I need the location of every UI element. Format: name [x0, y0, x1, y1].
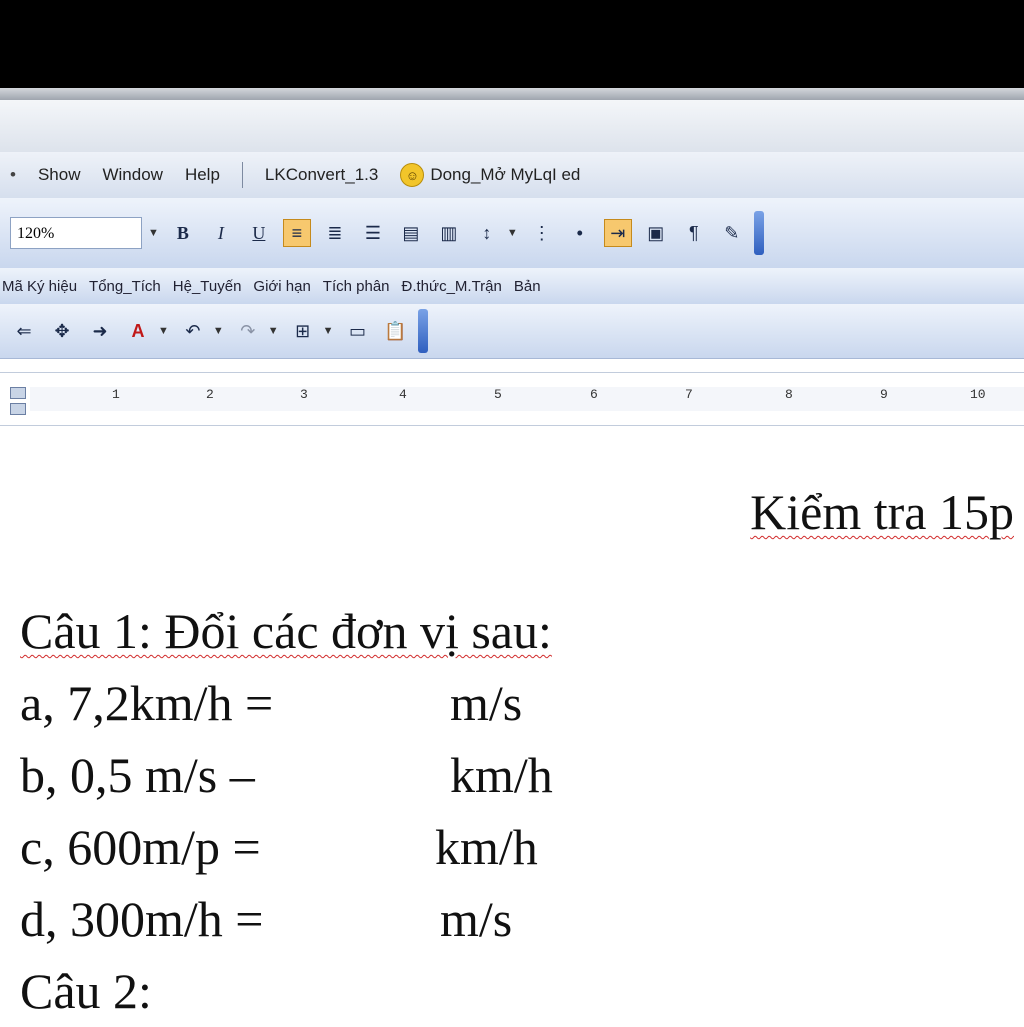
- window-border: [0, 88, 1024, 100]
- undo-dropdown-icon[interactable]: ▼: [213, 325, 224, 337]
- numbering-icon[interactable]: ⋮: [528, 219, 556, 247]
- bullets-icon[interactable]: •: [566, 219, 594, 247]
- menu-lkconvert[interactable]: LKConvert_1.3: [265, 165, 378, 185]
- math-toolbar: Mã Ký hiệu Tổng_Tích Hệ_Tuyến Giới hạn T…: [0, 268, 1024, 305]
- pilcrow-icon[interactable]: ¶: [680, 219, 708, 247]
- menu-bar: • Show Window Help LKConvert_1.3 ☺ Dong_…: [0, 152, 1024, 198]
- math-item-ma-ky-hieu[interactable]: Mã Ký hiệu: [2, 278, 77, 295]
- math-item-ban[interactable]: Bản: [514, 278, 541, 295]
- toolbar-grip[interactable]: [753, 211, 764, 255]
- ruler-tick-10: 10: [970, 387, 986, 402]
- conversion-line-c: c, 600m/p = km/h: [20, 811, 553, 883]
- ruler-tick-3: 3: [300, 387, 308, 402]
- zoom-combo[interactable]: 120%: [10, 217, 142, 249]
- document-title: Kiểm tra 15p: [750, 484, 1014, 540]
- zoom-dropdown-icon[interactable]: ▼: [148, 227, 159, 239]
- menu-window[interactable]: Window: [102, 165, 162, 185]
- menu-separator: [241, 162, 243, 188]
- conversion-a-left: a, 7,2km/h =: [20, 675, 274, 731]
- paste-icon[interactable]: 📋: [382, 317, 410, 345]
- table-icon[interactable]: ⊞: [289, 317, 317, 345]
- arrow-left-icon[interactable]: ⇐: [10, 317, 38, 345]
- first-line-indent-marker[interactable]: [10, 387, 26, 399]
- line-spacing-icon[interactable]: ↕: [473, 219, 501, 247]
- smiley-icon: ☺: [400, 163, 425, 187]
- align-center-icon[interactable]: ≣: [321, 219, 349, 247]
- align-right-icon[interactable]: ☰: [359, 219, 387, 247]
- move-left-icon[interactable]: ✥: [48, 317, 76, 345]
- menu-help[interactable]: Help: [185, 165, 220, 185]
- undo-icon[interactable]: ↶: [179, 317, 207, 345]
- font-color-icon[interactable]: A: [124, 317, 152, 345]
- question-2-line: Câu 2:: [20, 955, 553, 1027]
- ruler-tick-6: 6: [590, 387, 598, 402]
- conversion-b-left: b, 0,5 m/s –: [20, 747, 255, 803]
- table-dropdown-icon[interactable]: ▼: [323, 325, 334, 337]
- underline-button[interactable]: U: [245, 219, 273, 247]
- italic-button[interactable]: I: [207, 219, 235, 247]
- move-right-icon[interactable]: ➜: [86, 317, 114, 345]
- horizontal-ruler[interactable]: 1 2 3 4 5 6 7 8 9 10: [0, 372, 1024, 426]
- conversion-c-left: c, 600m/p =: [20, 819, 261, 875]
- formatting-toolbar: 120% ▼ B I U ≡ ≣ ☰ ▤ ▥ ↕ ▼ ⋮ • ⇥ ▣ ¶ ✎: [0, 198, 1024, 269]
- justify-icon[interactable]: ▤: [397, 219, 425, 247]
- document-body: Câu 1: Đổi các đơn vị sau: a, 7,2km/h = …: [20, 595, 553, 1027]
- menu-show[interactable]: Show: [38, 165, 81, 185]
- drawing-toolbar: ⇐ ✥ ➜ A ▼ ↶ ▼ ↷ ▼ ⊞ ▼ ▭ 📋: [0, 304, 1024, 359]
- document-page[interactable]: Kiểm tra 15p Câu 1: Đổi các đơn vị sau: …: [0, 425, 1024, 1019]
- conversion-b-unit: km/h: [450, 747, 553, 803]
- ruler-track: [30, 387, 1024, 411]
- conversion-line-b: b, 0,5 m/s – km/h: [20, 739, 553, 811]
- title-area: [0, 100, 1024, 152]
- conversion-d-left: d, 300m/h =: [20, 891, 264, 947]
- top-black-bar: [0, 0, 1024, 88]
- question-2: Câu 2:: [20, 963, 152, 1019]
- line-spacing-dropdown-icon[interactable]: ▼: [507, 227, 518, 239]
- conversion-c-unit: km/h: [435, 819, 538, 875]
- ruler-tick-9: 9: [880, 387, 888, 402]
- left-indent-marker[interactable]: [10, 403, 26, 415]
- conversion-line-d: d, 300m/h = m/s: [20, 883, 553, 955]
- ruler-tick-7: 7: [685, 387, 693, 402]
- math-item-tich-phan[interactable]: Tích phân: [323, 278, 390, 295]
- distribute-icon[interactable]: ▥: [435, 219, 463, 247]
- align-left-icon[interactable]: ≡: [282, 219, 311, 247]
- conversion-d-unit: m/s: [440, 891, 513, 947]
- redo-icon[interactable]: ↷: [234, 317, 262, 345]
- font-color-dropdown-icon[interactable]: ▼: [158, 325, 169, 337]
- bold-button[interactable]: B: [169, 219, 197, 247]
- text-box-icon[interactable]: ▣: [642, 219, 670, 247]
- math-item-dthuc-mtran[interactable]: Đ.thức_M.Trận: [402, 278, 502, 295]
- conversion-line-a: a, 7,2km/h = m/s: [20, 667, 553, 739]
- conversion-a-unit: m/s: [450, 675, 523, 731]
- question-1-line: Câu 1: Đổi các đơn vị sau:: [20, 595, 553, 667]
- ruler-tick-2: 2: [206, 387, 214, 402]
- ruler-tick-8: 8: [785, 387, 793, 402]
- ruler-tick-4: 4: [399, 387, 407, 402]
- indent-icon[interactable]: ⇥: [603, 219, 632, 247]
- math-item-gioi-han[interactable]: Giới hạn: [253, 278, 310, 295]
- menu-plugin[interactable]: Dong_Mở MyLqI ed: [430, 165, 580, 185]
- menu-overflow-dot: •: [10, 165, 16, 184]
- ruler-tick-1: 1: [112, 387, 120, 402]
- columns-icon[interactable]: ▭: [344, 317, 372, 345]
- drawing-toolbar-grip[interactable]: [417, 309, 428, 353]
- math-item-he-tuyen[interactable]: Hệ_Tuyến: [173, 278, 242, 295]
- math-item-tong-tich[interactable]: Tổng_Tích: [89, 278, 161, 295]
- question-1: Câu 1: Đổi các đơn vị sau:: [20, 603, 552, 659]
- ruler-tick-5: 5: [494, 387, 502, 402]
- format-painter-icon[interactable]: ✎: [718, 219, 746, 247]
- redo-dropdown-icon[interactable]: ▼: [268, 325, 279, 337]
